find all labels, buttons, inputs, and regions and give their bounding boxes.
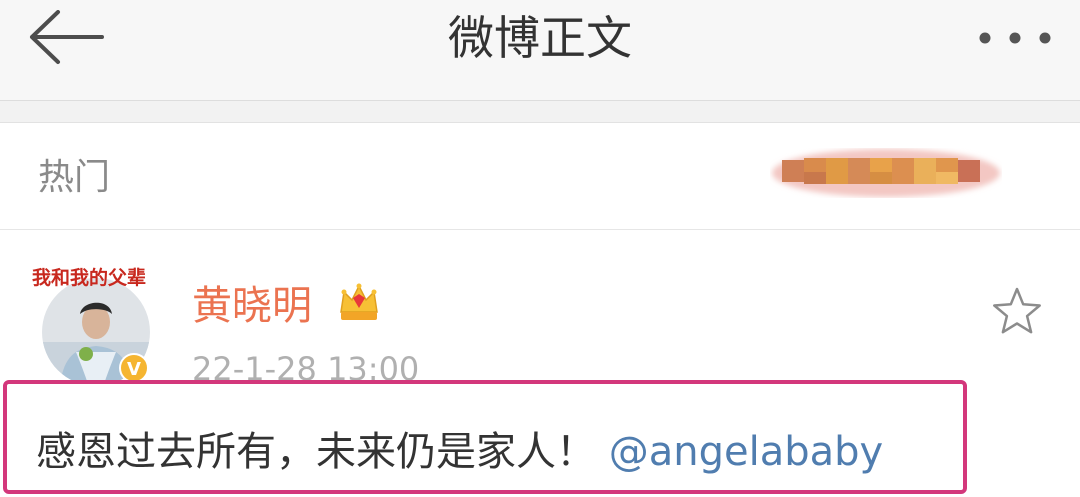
blurred-username	[772, 149, 1000, 197]
page-title: 微博正文	[448, 11, 632, 65]
avatar-poster-text: 我和我的父辈	[32, 266, 146, 289]
mention-link[interactable]: @angelababy	[609, 429, 883, 475]
post-body: 感恩过去所有，未来仍是家人！	[36, 429, 596, 475]
author-name[interactable]: 黄晓明	[192, 280, 312, 332]
hot-tag-label: 热门	[38, 157, 111, 198]
avatar[interactable]: 我和我的父辈 V	[30, 262, 162, 384]
post-text: 感恩过去所有，未来仍是家人！ @angelababy	[36, 424, 883, 480]
verified-badge: V	[127, 359, 141, 380]
crown-icon	[340, 283, 378, 320]
section-divider	[0, 101, 1080, 123]
top-nav-bar: 微博正文	[0, 0, 1080, 101]
star-outline-icon[interactable]	[990, 286, 1044, 338]
more-dots-icon[interactable]	[972, 25, 1058, 51]
